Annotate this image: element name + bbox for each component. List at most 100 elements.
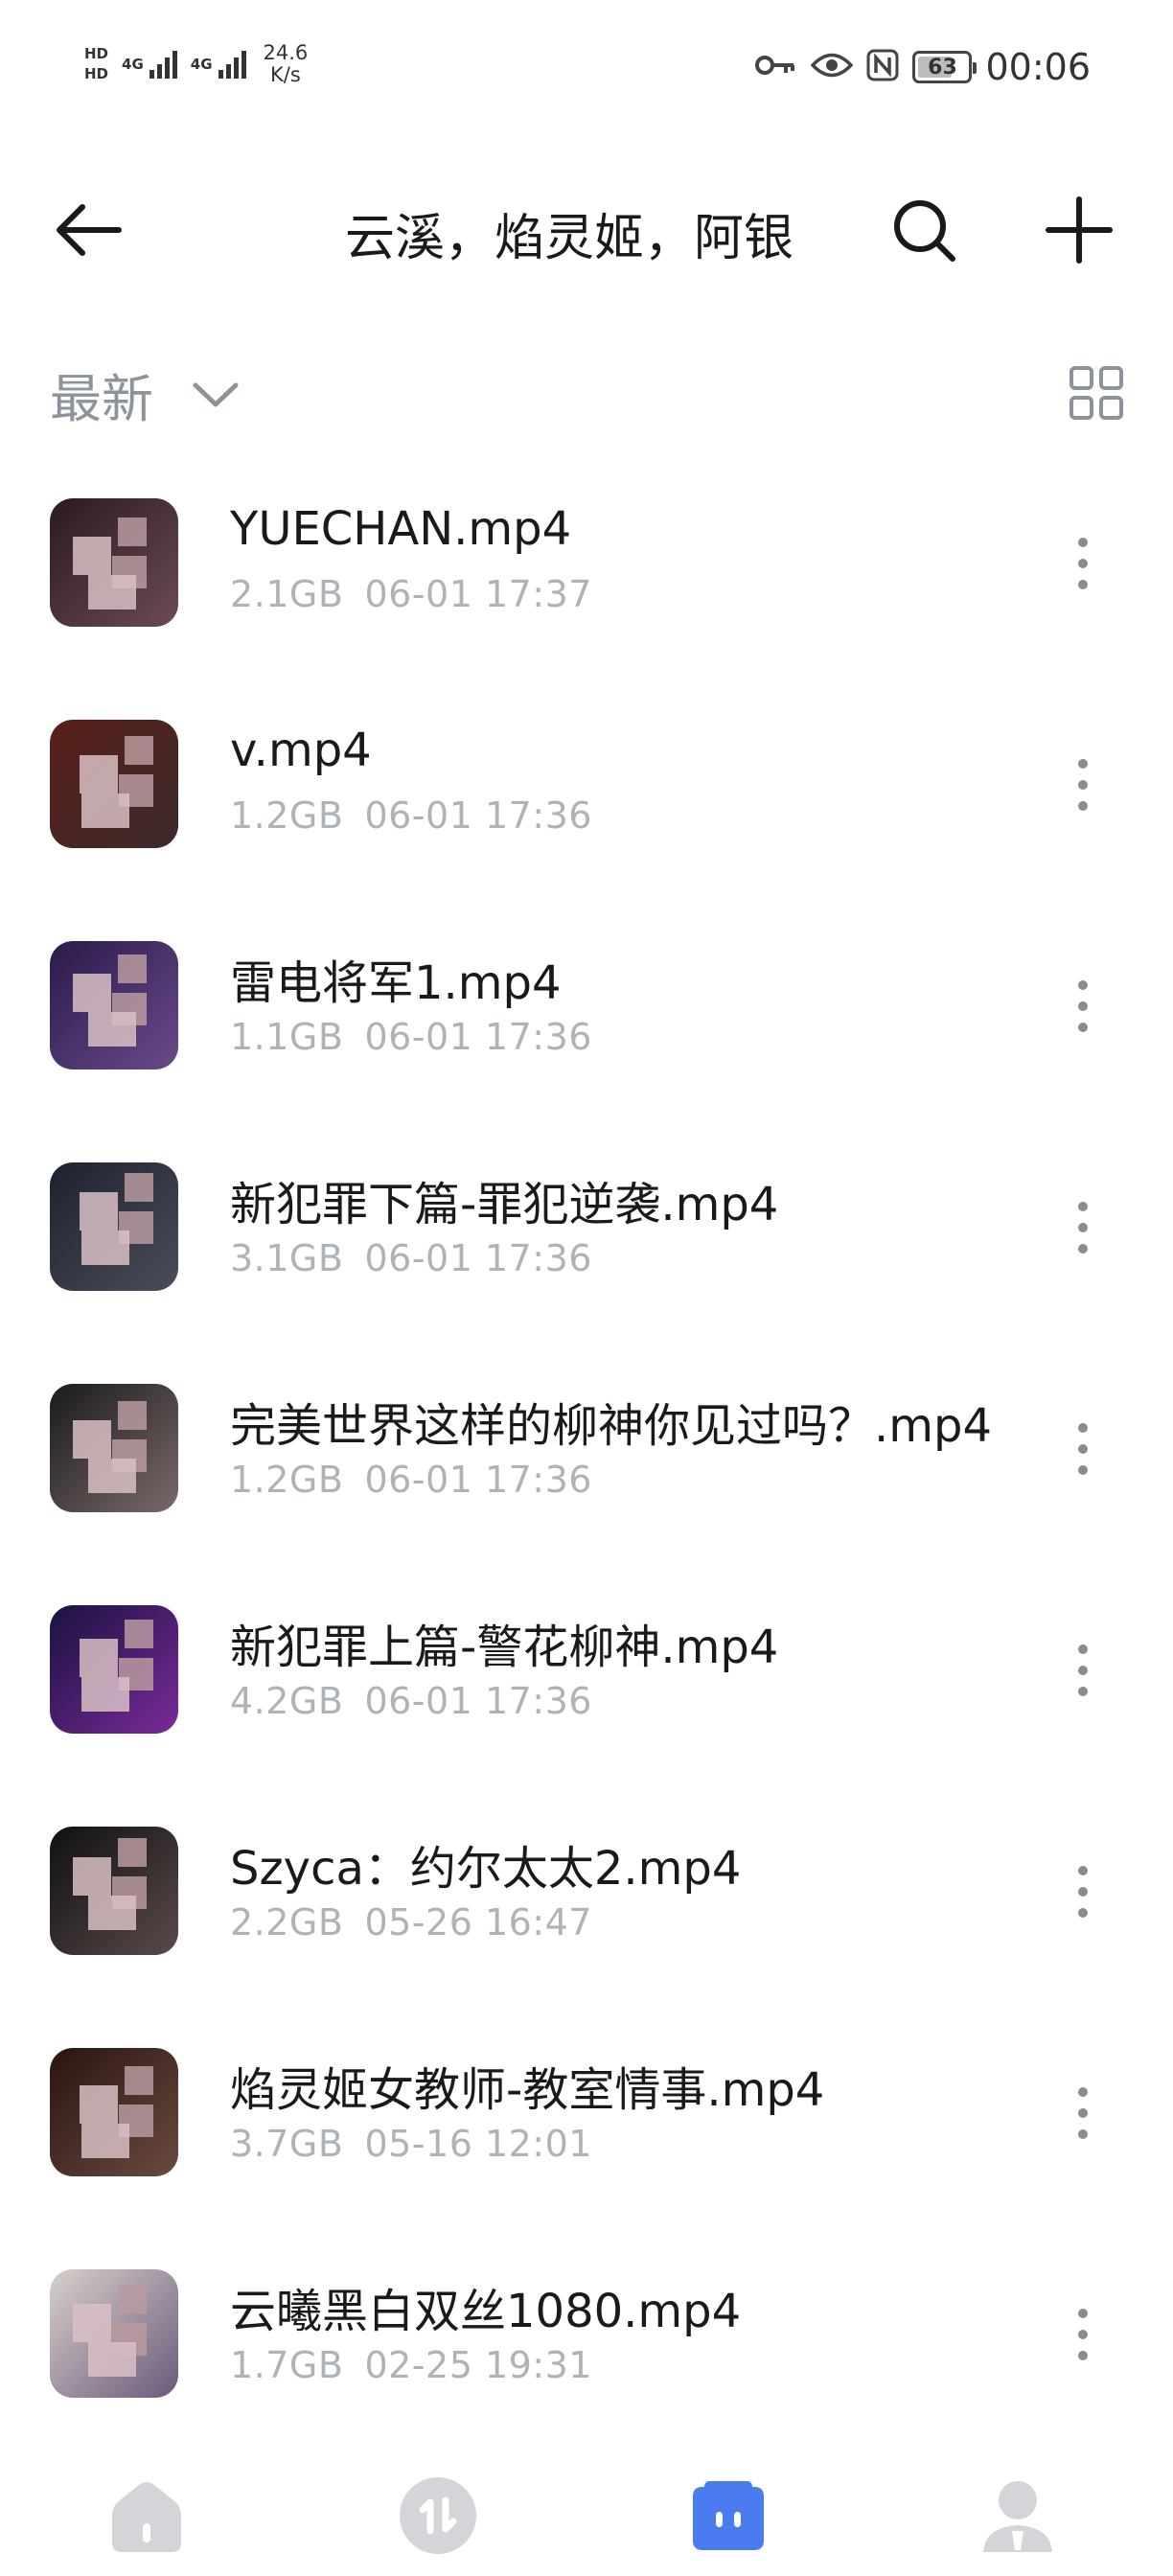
file-name: v.mp4 <box>230 724 372 777</box>
file-date: 06-01 17:36 <box>364 1680 592 1722</box>
file-list: YUECHAN.mp4 2.1GB 06-01 17:37 v.mp4 1.2GB 06-… <box>0 489 1173 2481</box>
profile-icon <box>983 2481 1052 2552</box>
file-row[interactable]: 新犯罪下篇-罪犯逆袭.mp4 3.1GB 06-01 17:36 <box>0 1153 1173 1374</box>
video-thumbnail <box>50 2269 178 2398</box>
file-name: Szyca：约尔太太2.mp4 <box>230 1842 742 1896</box>
hd-bottom: HD <box>84 65 109 82</box>
network-type-2: 4G <box>190 56 213 73</box>
video-thumbnail <box>50 720 178 848</box>
arrow-left-icon <box>57 204 122 256</box>
video-thumbnail <box>50 498 178 627</box>
file-date: 05-26 16:47 <box>364 1901 592 1944</box>
files-icon <box>693 2481 764 2550</box>
nav-profile[interactable] <box>970 2468 1066 2564</box>
file-date: 02-25 19:31 <box>364 2344 592 2386</box>
file-size: 3.1GB <box>230 1237 344 1279</box>
sort-row: 最新 <box>0 345 1173 441</box>
file-size: 3.7GB <box>230 2123 344 2165</box>
hd-indicator: HD HD <box>84 47 108 81</box>
nav-transfer[interactable] <box>390 2468 486 2564</box>
more-options-button[interactable] <box>1064 747 1102 823</box>
grid-view-icon <box>1070 366 1123 420</box>
file-name: YUECHAN.mp4 <box>230 502 572 556</box>
file-name: 雷电将军1.mp4 <box>230 956 562 1010</box>
file-date: 06-01 17:36 <box>364 1237 592 1279</box>
more-vertical-icon <box>1078 759 1088 769</box>
file-date: 06-01 17:36 <box>364 1459 592 1501</box>
file-row[interactable]: v.mp4 1.2GB 06-01 17:36 <box>0 710 1173 932</box>
file-date: 05-16 12:01 <box>364 2123 592 2165</box>
video-thumbnail <box>50 1162 178 1291</box>
more-options-button[interactable] <box>1064 1632 1102 1709</box>
signal-1: 4G <box>122 50 177 79</box>
nav-home[interactable] <box>99 2468 195 2564</box>
more-options-button[interactable] <box>1064 1853 1102 1930</box>
file-meta: 1.2GB 06-01 17:36 <box>230 1459 592 1501</box>
more-vertical-icon <box>1078 538 1088 547</box>
signal-bars-icon <box>218 50 246 79</box>
file-row[interactable]: YUECHAN.mp4 2.1GB 06-01 17:37 <box>0 489 1173 710</box>
hd-top: HD <box>84 45 109 62</box>
file-name: 完美世界这样的柳神你见过吗？.mp4 <box>230 1399 993 1453</box>
nfc-icon <box>866 49 899 85</box>
search-icon <box>894 200 955 262</box>
more-options-button[interactable] <box>1064 525 1102 602</box>
file-meta: 1.7GB 02-25 19:31 <box>230 2344 592 2386</box>
file-row[interactable]: 完美世界这样的柳神你见过吗？.mp4 1.2GB 06-01 17:36 <box>0 1374 1173 1596</box>
file-size: 1.1GB <box>230 1016 344 1058</box>
file-date: 06-01 17:36 <box>364 794 592 837</box>
more-options-button[interactable] <box>1064 2075 1102 2151</box>
more-options-button[interactable] <box>1064 1189 1102 1266</box>
key-icon <box>753 54 797 80</box>
add-button[interactable] <box>1033 184 1125 276</box>
more-options-button[interactable] <box>1064 2296 1102 2373</box>
more-vertical-icon <box>1078 1423 1088 1433</box>
file-name: 新犯罪下篇-罪犯逆袭.mp4 <box>230 1178 779 1231</box>
clock: 00:06 <box>985 46 1091 88</box>
speed-unit: K/s <box>270 63 301 86</box>
sort-dropdown[interactable]: 最新 <box>50 356 240 432</box>
file-meta: 4.2GB 06-01 17:36 <box>230 1680 592 1722</box>
more-vertical-icon <box>1078 1202 1088 1211</box>
file-size: 1.2GB <box>230 794 344 837</box>
file-row[interactable]: 焰灵姬女教师-教室情事.mp4 3.7GB 05-16 12:01 <box>0 2038 1173 2260</box>
page-title: 云溪，焰灵姬，阿银 <box>345 210 794 267</box>
file-meta: 3.1GB 06-01 17:36 <box>230 1237 592 1279</box>
file-date: 06-01 17:37 <box>364 573 592 615</box>
more-options-button[interactable] <box>1064 1411 1102 1487</box>
video-thumbnail <box>50 2048 178 2176</box>
sort-label: 最新 <box>50 369 153 429</box>
nav-files[interactable] <box>680 2468 776 2564</box>
file-name: 云曦黑白双丝1080.mp4 <box>230 2285 742 2338</box>
status-bar: HD HD 4G 4G 24.6 K/s 63 00:06 <box>0 0 1173 134</box>
file-meta: 1.2GB 06-01 17:36 <box>230 794 592 837</box>
more-vertical-icon <box>1078 2309 1088 2318</box>
grid-view-button[interactable] <box>1068 364 1125 422</box>
eye-icon <box>811 51 854 83</box>
more-vertical-icon <box>1078 2087 1088 2097</box>
more-vertical-icon <box>1078 1866 1088 1875</box>
battery-icon: 63 <box>912 51 978 83</box>
file-name: 新犯罪上篇-警花柳神.mp4 <box>230 1621 779 1674</box>
file-row[interactable]: Szyca：约尔太太2.mp4 2.2GB 05-26 16:47 <box>0 1817 1173 2038</box>
file-size: 2.2GB <box>230 1901 344 1944</box>
file-row[interactable]: 雷电将军1.mp4 1.1GB 06-01 17:36 <box>0 932 1173 1153</box>
file-meta: 1.1GB 06-01 17:36 <box>230 1016 592 1058</box>
speed-value: 24.6 <box>263 41 309 64</box>
video-thumbnail <box>50 1605 178 1734</box>
battery-level: 63 <box>928 55 957 80</box>
status-right: 63 00:06 <box>753 46 1091 88</box>
file-meta: 2.1GB 06-01 17:37 <box>230 573 592 615</box>
bottom-nav <box>0 2449 1173 2576</box>
file-meta: 3.7GB 05-16 12:01 <box>230 2123 592 2165</box>
back-button[interactable] <box>42 184 134 276</box>
video-thumbnail <box>50 941 178 1070</box>
search-button[interactable] <box>878 184 970 276</box>
more-vertical-icon <box>1078 980 1088 990</box>
header: 云溪，焰灵姬，阿银 <box>0 163 1173 278</box>
file-row[interactable]: 新犯罪上篇-警花柳神.mp4 4.2GB 06-01 17:36 <box>0 1596 1173 1817</box>
file-size: 1.2GB <box>230 1459 344 1501</box>
file-size: 2.1GB <box>230 573 344 615</box>
more-options-button[interactable] <box>1064 968 1102 1045</box>
video-thumbnail <box>50 1827 178 1955</box>
